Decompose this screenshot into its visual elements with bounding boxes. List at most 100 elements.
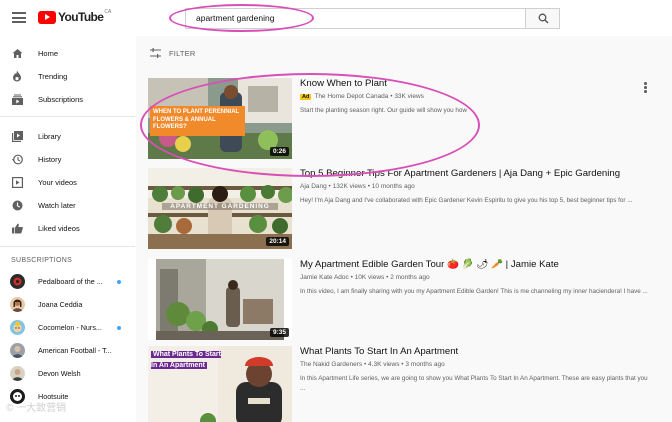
logo-region: CA [104, 9, 112, 15]
subscriptions-icon [11, 93, 23, 105]
new-content-dot [117, 326, 121, 330]
hamburger-menu-icon[interactable] [12, 12, 26, 23]
video-thumbnail[interactable]: 9:35 [148, 259, 292, 340]
video-meta: Aja Dang • 132K views • 10 months ago [300, 183, 415, 190]
avatar [10, 343, 25, 358]
search-results: FILTER WHEN TO PLANT PERENNIAL FLOWERS &… [136, 36, 672, 422]
sidebar-item-label: Subscriptions [38, 94, 84, 104]
subscription-item[interactable]: Joana Ceddia [0, 294, 135, 316]
avatar [10, 274, 25, 289]
thumbnail-caption: What Plants To Start In An Apartment [151, 351, 221, 369]
library-icon [11, 130, 23, 142]
video-result[interactable]: APARTMENT GARDENING 20:14 Top 5 Beginner… [148, 168, 658, 250]
video-thumbnail[interactable]: APARTMENT GARDENING 20:14 [148, 168, 292, 249]
video-duration: 20:14 [266, 237, 289, 246]
video-thumbnail[interactable]: What Plants To Start In An Apartment [148, 346, 292, 422]
search-button[interactable] [525, 8, 560, 29]
video-thumbnail[interactable]: WHEN TO PLANT PERENNIAL FLOWERS & ANNUAL… [148, 78, 292, 159]
upload-age: 3 months ago [405, 361, 445, 368]
video-description: Hey! I'm Aja Dang and I've collaborated … [300, 197, 633, 204]
sidebar-item-watch-later[interactable]: Watch later [0, 194, 135, 216]
sidebar-divider [0, 246, 135, 247]
thumbnail-caption: APARTMENT GARDENING [162, 203, 278, 210]
channel-name[interactable]: The Home Depot Canada [314, 93, 388, 100]
sidebar-item-library[interactable]: Library [0, 125, 135, 147]
thumbs-up-icon [11, 222, 23, 234]
video-meta: Jamie Kate Adoc • 10K views • 2 months a… [300, 274, 430, 281]
video-result[interactable]: 9:35 My Apartment Edible Garden Tour 🍅 🥬… [148, 259, 658, 341]
subscription-item[interactable]: Cocomelon - Nurs... [0, 317, 135, 339]
video-info: What Plants To Start In An Apartment The… [300, 346, 650, 393]
subscription-label: Joana Ceddia [38, 300, 83, 309]
video-meta: Ad The Home Depot Canada • 33K views [300, 93, 424, 100]
video-info: Know When to Plant Ad The Home Depot Cana… [300, 78, 650, 116]
upload-age: 10 months ago [371, 183, 415, 190]
avatar [10, 366, 25, 381]
sidebar-divider [0, 116, 135, 117]
video-duration: 9:35 [269, 328, 289, 337]
sidebar-item-label: Library [38, 131, 61, 141]
video-title[interactable]: Top 5 Beginner Tips For Apartment Garden… [300, 168, 650, 180]
sidebar-item-subscriptions[interactable]: Subscriptions [0, 88, 135, 110]
subscription-label: Cocomelon - Nurs... [38, 323, 102, 332]
thumbnail-caption: WHEN TO PLANT PERENNIAL FLOWERS & ANNUAL… [153, 109, 240, 130]
video-title[interactable]: Know When to Plant [300, 78, 650, 90]
channel-name[interactable]: Aja Dang [300, 183, 327, 190]
video-description: Start the planting season right. Our gui… [300, 107, 467, 114]
more-options-icon[interactable] [644, 82, 648, 94]
subscription-item[interactable]: Pedalboard of the ... [0, 271, 135, 293]
video-info: My Apartment Edible Garden Tour 🍅 🥬 🌶 🥕 … [300, 259, 650, 297]
masthead: YouTube CA apartment gardening [0, 0, 672, 36]
subscriptions-section-title: SUBSCRIPTIONS [11, 257, 73, 264]
subscription-label: Pedalboard of the ... [38, 277, 103, 286]
sidebar-item-trending[interactable]: Trending [0, 65, 135, 87]
subscription-item[interactable]: Devon Welsh [0, 363, 135, 385]
sidebar: Home Trending Subscriptions Library Hist… [0, 36, 135, 422]
sidebar-item-label: Watch later [38, 200, 76, 210]
home-icon [11, 47, 23, 59]
youtube-play-icon [38, 10, 56, 24]
view-count: 4.3K views [368, 361, 400, 368]
video-title[interactable]: What Plants To Start In An Apartment [300, 346, 650, 358]
view-count: 132K views [332, 183, 366, 190]
logo-text: YouTube [58, 10, 104, 24]
filter-label: FILTER [169, 48, 196, 58]
ad-badge: Ad [300, 94, 312, 100]
sidebar-item-your-videos[interactable]: Your videos [0, 171, 135, 193]
sidebar-item-label: Your videos [38, 177, 77, 187]
video-title[interactable]: My Apartment Edible Garden Tour 🍅 🥬 🌶 🥕 … [300, 259, 650, 271]
sidebar-item-label: History [38, 154, 62, 164]
sidebar-item-history[interactable]: History [0, 148, 135, 170]
search-icon [538, 13, 549, 24]
channel-name[interactable]: The Nakid Gardeners [300, 361, 362, 368]
sidebar-item-home[interactable]: Home [0, 42, 135, 64]
subscription-item[interactable]: American Football - T... [0, 340, 135, 362]
video-meta: The Nakid Gardeners • 4.3K views • 3 mon… [300, 361, 445, 368]
video-description: In this Apartment Life series, we are go… [300, 375, 648, 392]
sidebar-item-liked-videos[interactable]: Liked videos [0, 217, 135, 239]
clock-icon [11, 199, 23, 211]
sidebar-item-label: Home [38, 48, 59, 58]
sidebar-item-label: Trending [38, 71, 68, 81]
subscription-label: Devon Welsh [38, 369, 81, 378]
sidebar-item-label: Liked videos [38, 223, 80, 233]
flame-icon [11, 70, 23, 82]
filter-button[interactable]: FILTER [150, 48, 195, 58]
view-count: 33K views [394, 93, 424, 100]
video-duration: 0:26 [269, 147, 289, 156]
subscription-label: American Football - T... [38, 346, 112, 355]
your-videos-icon [11, 176, 23, 188]
filter-sliders-icon [150, 48, 161, 58]
upload-age: 2 months ago [390, 274, 430, 281]
view-count: 10K views [354, 274, 385, 281]
history-icon [11, 153, 23, 165]
new-content-dot [117, 280, 121, 284]
youtube-logo[interactable]: YouTube CA [38, 9, 112, 24]
search-input[interactable]: apartment gardening [185, 8, 525, 29]
video-description: In this video, I am finally sharing with… [300, 288, 648, 295]
avatar [10, 297, 25, 312]
video-result[interactable]: What Plants To Start In An Apartment Wha… [148, 346, 658, 422]
channel-name[interactable]: Jamie Kate Adoc [300, 274, 349, 281]
avatar [10, 320, 25, 335]
video-result-ad[interactable]: WHEN TO PLANT PERENNIAL FLOWERS & ANNUAL… [148, 78, 658, 160]
